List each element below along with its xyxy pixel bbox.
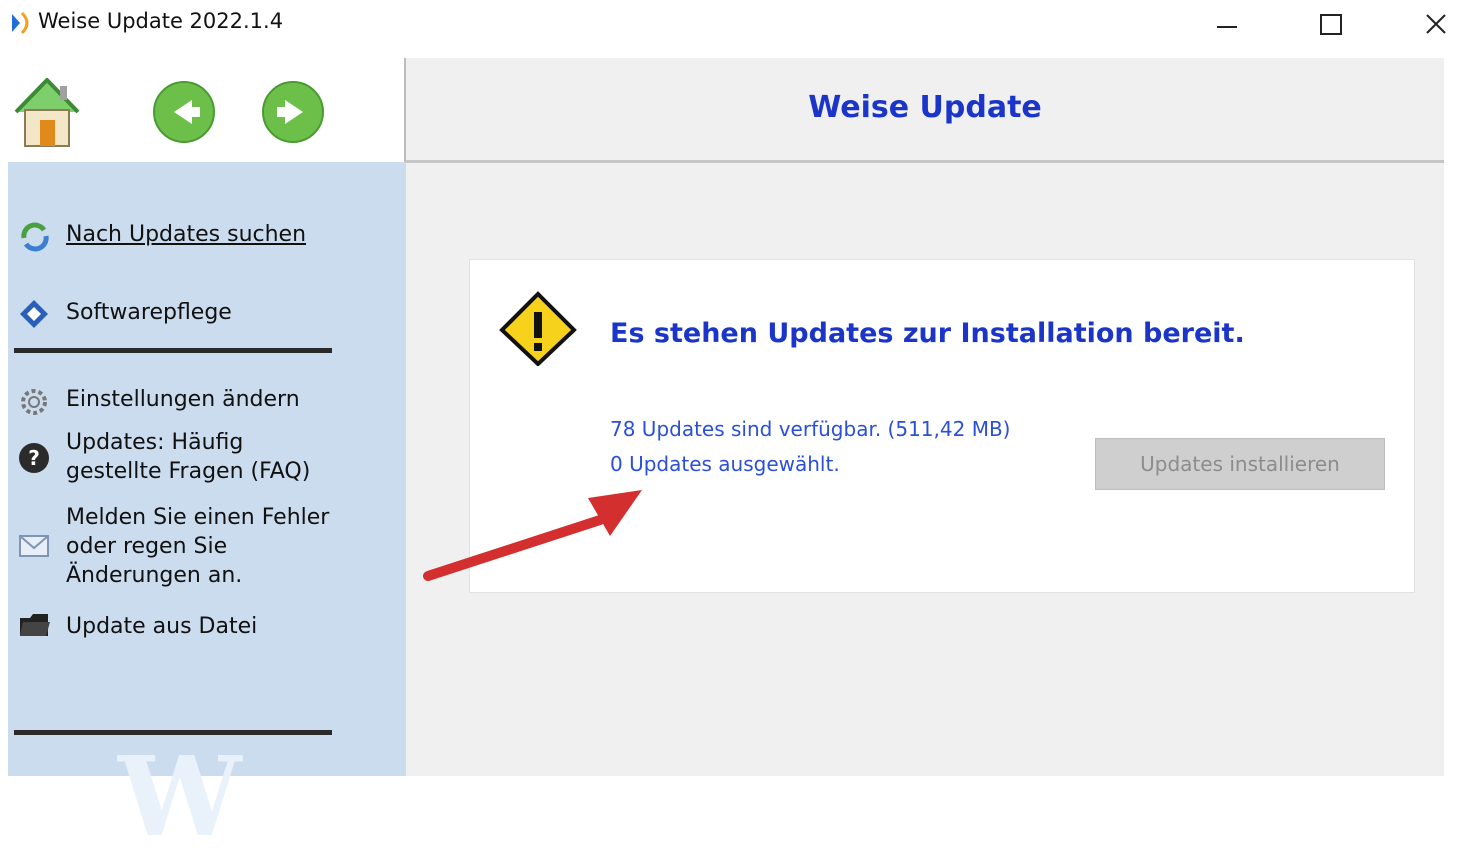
home-icon[interactable] [12, 74, 82, 150]
selected-updates-link[interactable]: 0 Updates ausgewählt. [610, 452, 840, 476]
minimize-icon [1217, 26, 1237, 28]
sidebar-separator [14, 348, 332, 353]
sidebar-separator-bottom [14, 730, 332, 735]
svg-text:?: ? [28, 446, 40, 470]
sidebar: W Nach Updates suchen Softwarepflege Ein… [8, 162, 406, 861]
sidebar-item-update-from-file[interactable]: Update aus Datei [66, 612, 257, 641]
report-line-3: Änderungen an. [66, 563, 243, 588]
sidebar-item-faq[interactable]: Updates: Häufig gestellte Fragen (FAQ) [66, 428, 310, 486]
maximize-button[interactable] [1302, 0, 1360, 48]
minimize-button[interactable] [1198, 0, 1256, 48]
faq-line-1: Updates: Häufig [66, 430, 244, 455]
help-icon: ? [19, 443, 49, 473]
available-updates-text: 78 Updates sind verfügbar. (511,42 MB) [610, 417, 1011, 441]
page-title: Weise Update [808, 90, 1042, 125]
report-line-2: oder regen Sie [66, 534, 228, 559]
annotation-arrow-icon [423, 490, 642, 581]
forward-arrow-icon[interactable] [261, 80, 325, 144]
window-edge [1444, 58, 1457, 776]
app-icon [12, 11, 29, 35]
close-button[interactable] [1407, 0, 1457, 48]
nav-toolbar [0, 58, 405, 162]
sidebar-item-search-updates[interactable]: Nach Updates suchen [66, 220, 306, 249]
content-header: Weise Update [406, 58, 1444, 163]
sidebar-item-softwarepflege[interactable]: Softwarepflege [66, 298, 232, 327]
diamond-icon [20, 300, 48, 328]
folder-icon [20, 614, 50, 636]
watermark-logo: W [118, 732, 242, 861]
mail-icon [19, 535, 49, 557]
faq-line-2: gestellte Fragen (FAQ) [66, 459, 311, 484]
title-bar: Weise Update 2022.1.4 [0, 0, 1457, 52]
close-icon [1426, 14, 1446, 34]
main-content: Es stehen Updates zur Installation berei… [406, 163, 1444, 776]
refresh-icon [21, 222, 49, 252]
maximize-icon [1320, 14, 1342, 35]
sidebar-item-report-bug[interactable]: Melden Sie einen Fehler oder regen Sie Ä… [66, 503, 329, 590]
status-heading: Es stehen Updates zur Installation berei… [610, 318, 1245, 349]
back-arrow-icon[interactable] [152, 80, 216, 144]
sidebar-item-settings[interactable]: Einstellungen ändern [66, 385, 300, 414]
gear-icon [21, 389, 47, 415]
report-line-1: Melden Sie einen Fehler [66, 505, 330, 530]
window-title: Weise Update 2022.1.4 [38, 9, 284, 33]
warning-icon [499, 291, 577, 366]
install-updates-button[interactable]: Updates installieren [1095, 438, 1385, 490]
